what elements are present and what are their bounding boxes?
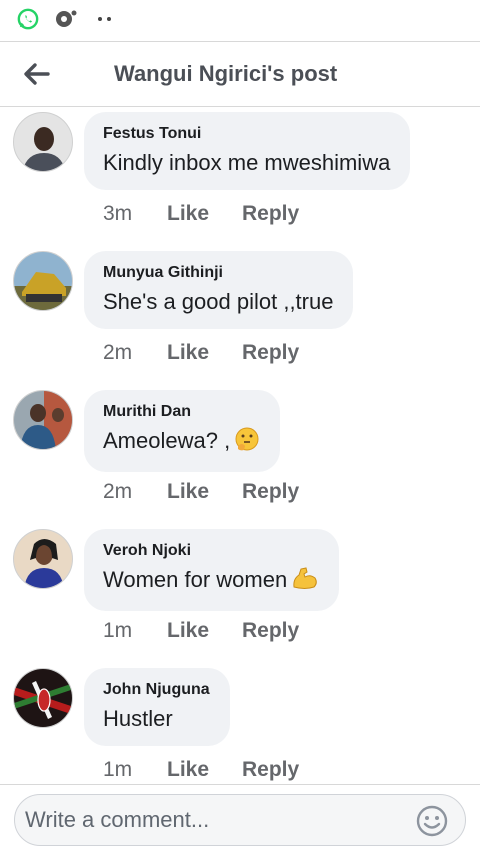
more-notifications-icon [98,17,111,21]
comment-input-placeholder: Write a comment... [25,807,210,832]
reply-button[interactable]: Reply [242,341,299,365]
like-button[interactable]: Like [167,341,242,365]
comment-text: Women for women [103,565,319,599]
comment-actions: 1m Like Reply [103,758,299,782]
commenter-name[interactable]: Festus Tonui [103,124,390,144]
comment-actions: 2m Like Reply [103,480,299,504]
comment-actions: 3m Like Reply [103,202,299,226]
back-arrow-icon [24,63,50,85]
comment-item: Murithi Dan Ameolewa? , 2m Like Reply [0,388,480,527]
thinking-face-emoji-icon [234,426,260,460]
comment-time: 2m [103,341,133,364]
comment-composer: Write a comment... [0,784,480,854]
reply-button[interactable]: Reply [242,758,299,782]
post-header: Wangui Ngirici's post [0,41,480,107]
flexed-biceps-emoji-icon [291,565,319,599]
comment-time: 2m [103,480,133,503]
comment-text: Kindly inbox me mweshimiwa [103,150,391,175]
comment-bubble[interactable]: Festus Tonui Kindly inbox me mweshimiwa [84,112,411,190]
comment-text: Hustler [103,706,173,731]
commenter-name[interactable]: Veroh Njoki [103,541,319,561]
back-button[interactable] [18,56,54,92]
like-button[interactable]: Like [167,480,242,504]
comment-bubble[interactable]: John Njuguna Hustler [84,668,230,746]
comment-time: 1m [103,758,133,781]
reply-button[interactable]: Reply [242,202,299,226]
smiley-icon [416,805,448,837]
avatar[interactable] [13,668,73,728]
comment-text: She's a good pilot ,,true [103,289,334,314]
avatar[interactable] [13,390,73,450]
comment-item: John Njuguna Hustler 1m Like Reply [0,666,480,784]
comment-time: 1m [103,619,133,642]
comment-text: Ameolewa? , [103,426,260,460]
record-notification-icon [54,7,78,31]
like-button[interactable]: Like [167,619,242,643]
status-bar [0,0,480,38]
comment-bubble[interactable]: Murithi Dan Ameolewa? , [84,390,281,472]
comment-item: Festus Tonui Kindly inbox me mweshimiwa … [0,110,480,249]
reply-button[interactable]: Reply [242,619,299,643]
comment-input[interactable]: Write a comment... [14,794,466,846]
commenter-name[interactable]: Murithi Dan [103,402,260,422]
avatar[interactable] [13,251,73,311]
comment-bubble[interactable]: Munyua Githinji She's a good pilot ,,tru… [84,251,354,329]
avatar[interactable] [13,112,73,172]
like-button[interactable]: Like [167,202,242,226]
comment-actions: 2m Like Reply [103,341,299,365]
whatsapp-icon [16,7,40,31]
comment-time: 3m [103,202,133,225]
like-button[interactable]: Like [167,758,242,782]
page-title: Wangui Ngirici's post [114,61,338,86]
commenter-name[interactable]: John Njuguna [103,680,210,700]
commenter-name[interactable]: Munyua Githinji [103,263,333,283]
avatar[interactable] [13,529,73,589]
reply-button[interactable]: Reply [242,480,299,504]
comment-list[interactable]: Festus Tonui Kindly inbox me mweshimiwa … [0,108,480,784]
comment-bubble[interactable]: Veroh Njoki Women for women [84,529,340,611]
comment-item: Munyua Githinji She's a good pilot ,,tru… [0,249,480,388]
comment-actions: 1m Like Reply [103,619,299,643]
comment-item: Veroh Njoki Women for women 1m Like Repl… [0,527,480,666]
emoji-picker-button[interactable] [415,804,449,838]
